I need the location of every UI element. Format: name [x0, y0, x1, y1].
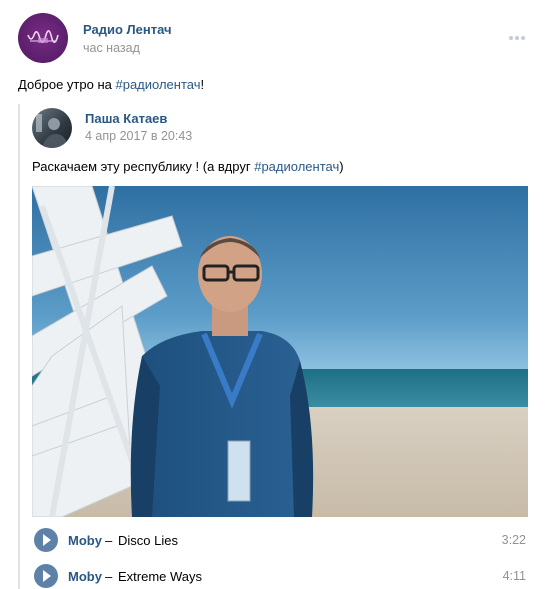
post-text-suffix: !	[200, 77, 205, 92]
play-icon[interactable]	[34, 528, 58, 552]
more-options-icon[interactable]	[509, 27, 529, 40]
wall-post: Радио Лентач час назад Доброе утро на #р…	[0, 0, 546, 589]
repost-author-name[interactable]: Паша Катаев	[85, 111, 167, 126]
radio-wave-logo-icon	[27, 30, 59, 43]
post-timestamp[interactable]: час назад	[83, 41, 140, 55]
repost-divider	[18, 104, 20, 589]
community-avatar[interactable]	[18, 13, 68, 63]
post-photo[interactable]	[32, 186, 528, 517]
track-title: Extreme Ways	[118, 569, 203, 584]
track-artist[interactable]: Moby	[68, 533, 102, 548]
post-text-content: Доброе утро на	[18, 77, 116, 92]
track-artist[interactable]: Moby	[68, 569, 102, 584]
repost-text-suffix: )	[339, 159, 344, 174]
track-duration: 4:11	[502, 569, 526, 583]
repost-text-content: Раскачаем эту республику ! (а вдруг	[32, 159, 255, 174]
track-duration: 3:22	[501, 533, 526, 547]
post-hashtag-link[interactable]: #радиолентач	[115, 77, 200, 92]
track-title: Disco Lies	[118, 533, 178, 548]
repost-text: Раскачаем эту республику ! (а вдруг #рад…	[32, 158, 344, 176]
beach-photo-image	[32, 186, 528, 517]
track-separator: –	[105, 533, 113, 548]
audio-track[interactable]: Moby – Disco Lies 3:22	[32, 523, 528, 557]
play-icon[interactable]	[34, 564, 58, 588]
audio-track[interactable]: Moby – Extreme Ways 4:11	[32, 559, 528, 589]
repost-timestamp[interactable]: 4 апр 2017 в 20:43	[85, 129, 192, 143]
track-separator: –	[105, 569, 113, 584]
repost-author-avatar[interactable]	[32, 108, 72, 148]
post-author-name[interactable]: Радио Лентач	[83, 22, 172, 37]
person-photo-icon	[36, 114, 68, 148]
repost-hashtag-link[interactable]: #радиолентач	[254, 159, 339, 174]
post-text: Доброе утро на #радиолентач!	[18, 76, 204, 94]
